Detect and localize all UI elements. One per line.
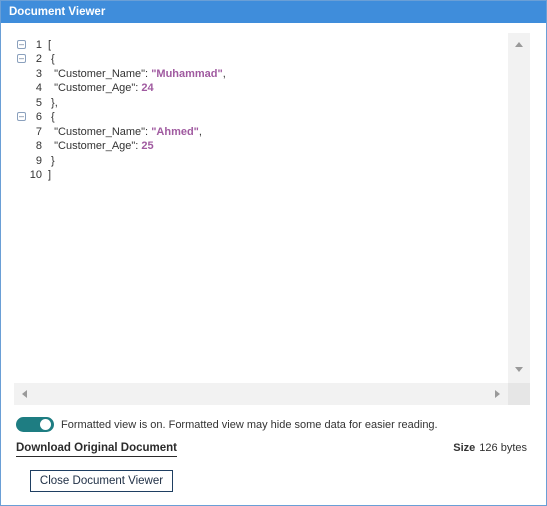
code-line: 4 "Customer_Age": 24 [14, 81, 508, 95]
line-number: 9 [35, 155, 42, 167]
json-number-value: 25 [141, 140, 154, 152]
line-text: }, [48, 97, 58, 109]
line-number: 5 [35, 97, 42, 109]
line-number: 4 [35, 82, 42, 94]
code-line: 10 ] [14, 168, 508, 182]
line-text: "Customer_Age": 24 [48, 81, 154, 95]
line-text: [ [48, 39, 52, 51]
json-comma: , [198, 126, 202, 138]
json-key: "Customer_Age": [48, 140, 142, 152]
code-line: 7 "Customer_Name": "Ahmed", [14, 125, 508, 139]
scroll-left-icon[interactable] [22, 390, 27, 398]
formatted-view-toggle[interactable] [16, 417, 54, 432]
scroll-up-icon[interactable] [515, 42, 523, 47]
json-key: "Customer_Age": [48, 82, 142, 94]
collapse-icon[interactable]: – [17, 54, 26, 63]
line-text: { [48, 111, 55, 123]
code-area[interactable]: – 1 [ – 2 { 3 "Customer_Name": "Muhammad… [14, 33, 508, 383]
close-document-viewer-button[interactable]: Close Document Viewer [30, 470, 173, 492]
document-size: Size 126 bytes [453, 441, 527, 455]
collapse-icon[interactable]: – [17, 40, 26, 49]
vertical-scrollbar[interactable] [508, 33, 530, 383]
dialog-title: Document Viewer [1, 1, 546, 23]
toggle-knob [40, 419, 51, 430]
line-text: } [48, 155, 55, 167]
size-label: Size [453, 442, 476, 454]
json-comma: , [222, 68, 226, 80]
json-number-value: 24 [141, 82, 154, 94]
json-key: "Customer_Name": [48, 68, 152, 80]
collapse-icon[interactable]: – [17, 112, 26, 121]
json-key: "Customer_Name": [48, 126, 152, 138]
horizontal-scrollbar[interactable] [14, 383, 508, 405]
document-viewer-dialog: Document Viewer – 1 [ – 2 { 3 "Customer_… [0, 0, 547, 506]
code-line: 8 "Customer_Age": 25 [14, 139, 508, 153]
code-line: – 6 { [14, 110, 508, 124]
line-text: { [48, 53, 55, 65]
line-number: 7 [35, 126, 42, 138]
json-string-value: "Muhammad" [151, 68, 223, 80]
line-text: "Customer_Name": "Ahmed", [48, 125, 202, 139]
code-line: 9 } [14, 154, 508, 168]
code-line: – 2 { [14, 52, 508, 66]
code-line: 3 "Customer_Name": "Muhammad", [14, 67, 508, 81]
line-number: 1 [35, 39, 42, 51]
line-number: 2 [35, 53, 42, 65]
scroll-down-icon[interactable] [515, 367, 523, 372]
scrollbar-corner [508, 383, 530, 405]
code-line: 5 }, [14, 96, 508, 110]
line-number: 3 [35, 68, 42, 80]
code-editor: – 1 [ – 2 { 3 "Customer_Name": "Muhammad… [14, 33, 530, 405]
code-line: – 1 [ [14, 38, 508, 52]
line-number: 10 [29, 169, 42, 181]
line-text: "Customer_Age": 25 [48, 139, 154, 153]
line-number: 6 [35, 111, 42, 123]
line-number: 8 [35, 140, 42, 152]
formatted-view-label: Formatted view is on. Formatted view may… [61, 419, 438, 431]
line-text: ] [48, 169, 52, 181]
download-original-link[interactable]: Download Original Document [16, 441, 178, 457]
size-value: 126 bytes [479, 442, 527, 454]
scroll-right-icon[interactable] [495, 390, 500, 398]
line-text: "Customer_Name": "Muhammad", [48, 67, 226, 81]
json-string-value: "Ahmed" [151, 126, 199, 138]
